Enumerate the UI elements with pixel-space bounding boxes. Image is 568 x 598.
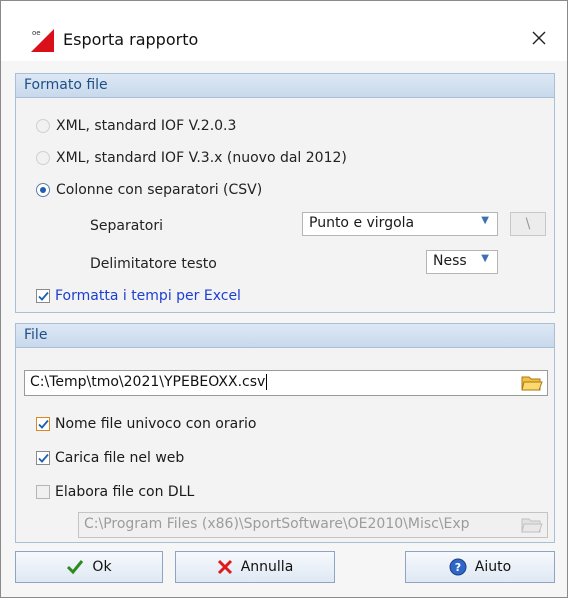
file-group: File C:\Temp\tmo\2021\YPEBEOXX.csv Nome … <box>15 323 555 543</box>
checkmark-icon <box>37 291 49 301</box>
radio-xml-v2[interactable]: XML, standard IOF V.2.0.3 <box>36 118 236 134</box>
excel-times-checkbox[interactable]: Formatta i tempi per Excel <box>36 288 241 304</box>
help-button-label: Aiuto <box>474 559 512 575</box>
checkbox-indicator <box>36 417 50 431</box>
unique-name-checkbox[interactable]: Nome file univoco con orario <box>36 416 256 432</box>
radio-label: Colonne con separatori (CSV) <box>56 182 263 198</box>
close-icon <box>217 559 232 575</box>
folder-open-icon <box>521 518 543 533</box>
radio-csv[interactable]: Colonne con separatori (CSV) <box>36 182 262 198</box>
checkmark-icon <box>67 560 84 575</box>
upload-web-checkbox[interactable]: Carica file nel web <box>36 450 184 466</box>
app-logo-icon: oe <box>31 29 54 52</box>
cancel-button[interactable]: Annulla <box>175 551 335 583</box>
format-file-header: Formato file <box>16 74 554 98</box>
svg-text:oe: oe <box>32 29 41 37</box>
svg-text:?: ? <box>455 561 461 574</box>
upload-web-label: Carica file nel web <box>55 450 185 466</box>
dll-checkbox[interactable]: Elabora file con DLL <box>36 484 194 500</box>
checkbox-indicator <box>36 451 50 465</box>
radio-indicator <box>36 151 50 165</box>
text-cursor <box>266 374 268 390</box>
radio-xml-v3[interactable]: XML, standard IOF V.3.x (nuovo dal 2012) <box>36 150 347 166</box>
text-delimiter-label: Delimitatore testo <box>90 256 217 272</box>
separator-label: Separatori <box>90 218 164 234</box>
help-button[interactable]: ? Aiuto <box>405 551 555 583</box>
separator-select-value: Punto e virgola <box>309 215 415 231</box>
dll-path-input: C:\Program Files (x86)\SportSoftware\OE2… <box>78 512 548 538</box>
export-report-dialog: oe Esporta rapporto Formato file XML, st… <box>0 0 568 598</box>
radio-label: XML, standard IOF V.2.0.3 <box>56 118 237 134</box>
ok-button-label: Ok <box>92 559 112 575</box>
chevron-down-icon: ▼ <box>481 215 489 226</box>
checkmark-icon <box>37 419 49 429</box>
checkbox-indicator <box>36 485 50 499</box>
file-header: File <box>16 324 554 348</box>
dll-label: Elabora file con DLL <box>55 484 195 500</box>
separator-char-field: \ <box>510 212 546 236</box>
close-icon <box>532 31 546 45</box>
text-delimiter-select[interactable]: Ness ▼ <box>426 250 498 274</box>
folder-open-icon[interactable] <box>521 373 543 393</box>
ok-button[interactable]: Ok <box>15 551 163 583</box>
radio-indicator <box>36 119 50 133</box>
title-bar: oe Esporta rapporto <box>1 1 567 61</box>
checkmark-icon <box>37 453 49 463</box>
unique-name-label: Nome file univoco con orario <box>55 416 257 432</box>
close-button[interactable] <box>521 21 557 55</box>
chevron-down-icon: ▼ <box>481 253 489 264</box>
button-row: Ok Annulla ? Aiuto <box>15 551 555 585</box>
help-icon: ? <box>449 558 467 576</box>
file-path-value: C:\Temp\tmo\2021\YPEBEOXX.csv <box>30 374 266 390</box>
file-path-input[interactable]: C:\Temp\tmo\2021\YPEBEOXX.csv <box>24 370 548 396</box>
text-delimiter-select-value: Ness <box>433 253 467 269</box>
checkbox-indicator <box>36 289 50 303</box>
cancel-button-label: Annulla <box>240 559 294 575</box>
dll-path-value: C:\Program Files (x86)\SportSoftware\OE2… <box>84 516 470 532</box>
radio-label: XML, standard IOF V.3.x (nuovo dal 2012) <box>56 150 347 166</box>
excel-times-label: Formatta i tempi per Excel <box>55 288 241 304</box>
window-title: Esporta rapporto <box>63 30 199 49</box>
format-file-group: Formato file XML, standard IOF V.2.0.3 X… <box>15 73 555 313</box>
separator-select[interactable]: Punto e virgola ▼ <box>302 212 498 236</box>
radio-indicator <box>36 183 50 197</box>
